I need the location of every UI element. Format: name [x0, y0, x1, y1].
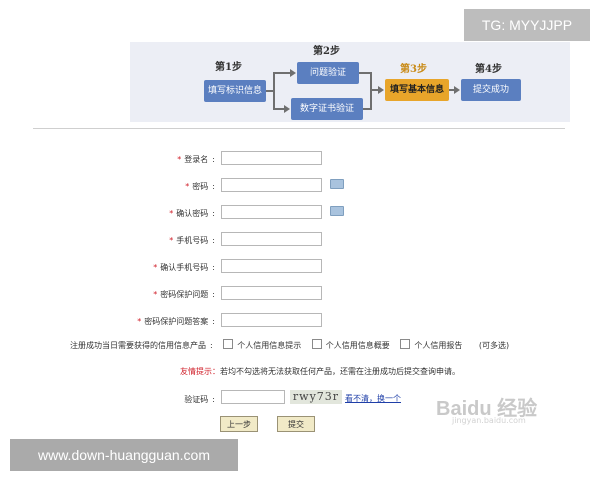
password-input[interactable]	[221, 178, 322, 192]
login-name-input[interactable]	[221, 151, 322, 165]
products-label: 注册成功当日需要获得的信用信息产品	[70, 341, 206, 350]
tip-label: 友情提示	[180, 367, 212, 376]
phone-label: * 手机号码:	[169, 236, 215, 245]
step1-label: 第1步	[215, 62, 242, 73]
captcha-image: rwy73r	[290, 390, 342, 404]
arrow-head-icon	[454, 86, 460, 94]
step3-label: 第3步	[400, 64, 427, 75]
arrow-connector	[273, 72, 291, 74]
refresh-captcha-link[interactable]: 看不清，换一个	[345, 393, 401, 404]
product3-label: 个人信用报告	[414, 341, 463, 350]
section-divider	[33, 128, 565, 129]
baidu-url-watermark: jingyan.baidu.com	[452, 416, 526, 425]
step2-question-box: 问题验证	[297, 62, 359, 84]
security-question-label: * 密码保护问题:	[153, 290, 215, 299]
captcha-input[interactable]	[221, 390, 285, 404]
soft-keyboard-icon[interactable]	[330, 179, 344, 189]
top-watermark: TG: MYYJJPP	[464, 9, 590, 41]
arrow-connector	[273, 72, 275, 110]
security-answer-input[interactable]	[221, 313, 322, 327]
product2-label: 个人信用信息概要	[325, 341, 390, 350]
step3-box-active: 填写基本信息	[385, 79, 449, 101]
step1-box: 填写标识信息	[204, 80, 266, 102]
tip-text: 若均不勾选将无法获取任何产品，还需在注册成功后提交查询申请。	[220, 367, 460, 376]
confirm-password-label: * 确认密码:	[169, 209, 215, 218]
phone-input[interactable]	[221, 232, 322, 246]
product1-checkbox[interactable]	[223, 339, 234, 349]
bottom-watermark: www.down-huangguan.com	[10, 439, 238, 471]
arrow-head-icon	[378, 86, 384, 94]
arrow-connector	[370, 72, 372, 110]
friendly-tip: 友情提示：若均不勾选将无法获取任何产品，还需在注册成功后提交查询申请。	[180, 367, 460, 376]
password-label: * 密码:	[185, 182, 215, 191]
step4-box: 提交成功	[461, 79, 521, 101]
captcha-label: 验证码:	[184, 395, 215, 404]
security-answer-label: * 密码保护问题答案:	[137, 317, 215, 326]
confirm-phone-label: * 确认手机号码:	[153, 263, 215, 272]
step2-label: 第2步	[313, 46, 340, 57]
multi-select-note: (可多选)	[478, 341, 510, 350]
arrow-head-icon	[290, 69, 296, 77]
step2-certificate-box: 数字证书验证	[291, 98, 363, 120]
step4-label: 第4步	[475, 64, 502, 75]
product1-label: 个人信用信息提示	[237, 341, 302, 350]
login-name-label: * 登录名:	[177, 155, 215, 164]
confirm-password-input[interactable]	[221, 205, 322, 219]
arrow-head-icon	[284, 105, 290, 113]
product2-checkbox[interactable]	[311, 339, 322, 349]
confirm-phone-input[interactable]	[221, 259, 322, 273]
submit-button[interactable]: 提交	[277, 416, 315, 432]
soft-keyboard-icon[interactable]	[330, 206, 344, 216]
prev-step-button[interactable]: 上一步	[220, 416, 258, 432]
products-row: 注册成功当日需要获得的信用信息产品: 个人信用信息提示 个人信用信息概要 个人信…	[70, 339, 510, 350]
security-question-input[interactable]	[221, 286, 322, 300]
product3-checkbox[interactable]	[400, 339, 411, 349]
